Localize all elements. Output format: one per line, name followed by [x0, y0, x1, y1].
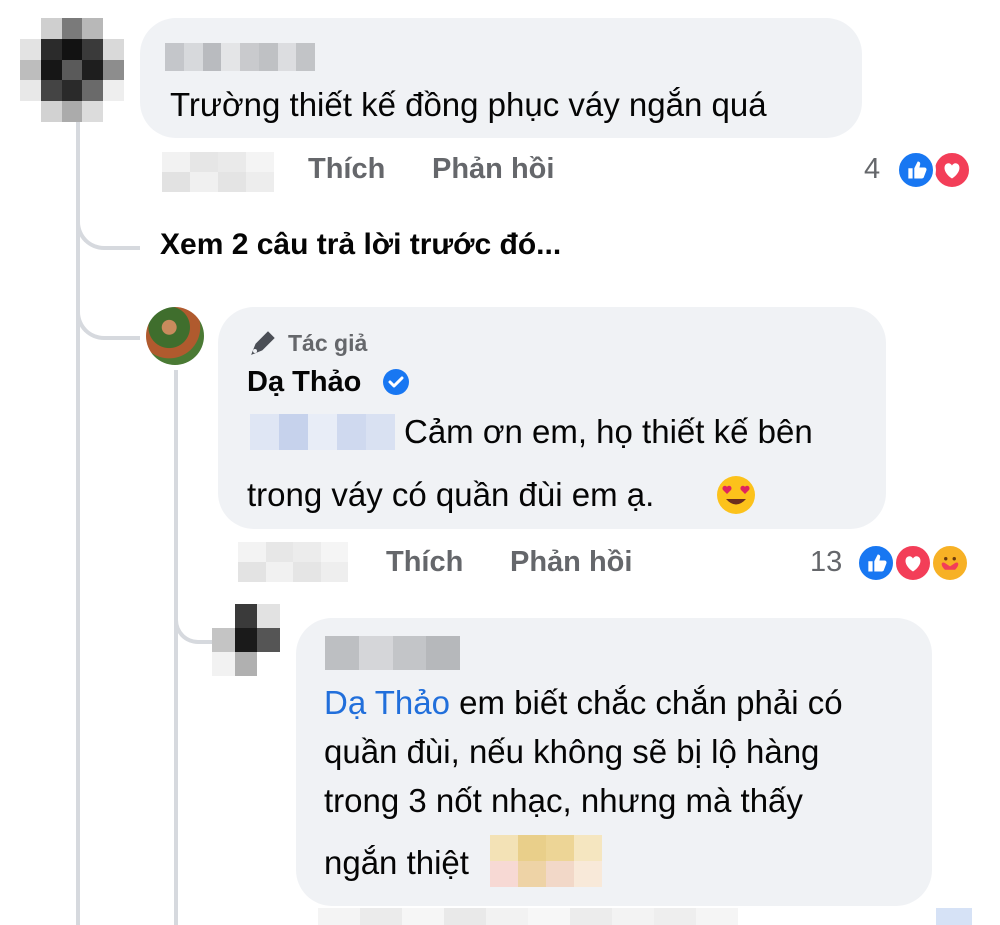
thread-line-main [76, 120, 80, 925]
like-reaction-icon [856, 543, 896, 583]
love-reaction-icon [932, 150, 972, 190]
mention-pixelated[interactable] [250, 414, 395, 450]
author-name[interactable]: Dạ Thảo [247, 366, 361, 399]
reaction-count[interactable]: 4 [864, 153, 880, 186]
love-reaction-icon [893, 543, 933, 583]
thread-line-reply [174, 370, 178, 925]
author-badge: Tác giả [288, 330, 368, 356]
reply-text-line-3: trong 3 nốt nhạc, nhưng mà thấy [324, 782, 803, 819]
like-button[interactable]: Thích [386, 546, 463, 579]
pen-icon [248, 328, 278, 358]
reply-text-line-4: ngắn thiệt [324, 844, 469, 881]
avatar-pixelated[interactable] [212, 604, 280, 676]
reply-text-segment: em biết chắc chắn phải có [449, 684, 843, 721]
avatar-pixelated[interactable] [20, 18, 124, 122]
emoji-pixelated [490, 835, 602, 887]
reply-button[interactable]: Phản hồi [432, 153, 554, 186]
reply-text-line-1: Cảm ơn em, họ thiết kế bên [404, 413, 813, 450]
care-reaction-icon [930, 543, 970, 583]
reaction-count[interactable]: 13 [810, 546, 842, 579]
mention-link[interactable]: Dạ Thảo [324, 684, 450, 721]
reply-button[interactable]: Phản hồi [510, 546, 632, 579]
heart-eyes-emoji-icon [715, 474, 757, 516]
comment-text: Trường thiết kế đồng phục váy ngắn quá [170, 86, 767, 123]
thread-elbow-1 [76, 190, 140, 250]
thread-elbow-2 [76, 290, 140, 340]
name-pixelated[interactable] [165, 43, 315, 71]
verified-badge-icon [382, 368, 410, 396]
like-reaction-icon [896, 150, 936, 190]
timestamp-pixelated[interactable] [238, 542, 348, 582]
reply-text-line-2: trong váy có quần đùi em ạ. [247, 476, 655, 513]
timestamp-pixelated [318, 908, 738, 925]
view-previous-replies-link[interactable]: Xem 2 câu trả lời trước đó... [160, 228, 561, 262]
like-button[interactable]: Thích [308, 153, 385, 186]
timestamp-pixelated[interactable] [162, 152, 274, 192]
name-pixelated[interactable] [325, 636, 460, 670]
reply-text-line-2: quần đùi, nếu không sẽ bị lộ hàng [324, 733, 820, 770]
reaction-icon-partial [936, 908, 972, 925]
thread-elbow-3 [174, 600, 216, 644]
author-avatar[interactable] [146, 307, 204, 365]
reply-text-line-1: Dạ Thảo em biết chắc chắn phải có [324, 685, 843, 721]
